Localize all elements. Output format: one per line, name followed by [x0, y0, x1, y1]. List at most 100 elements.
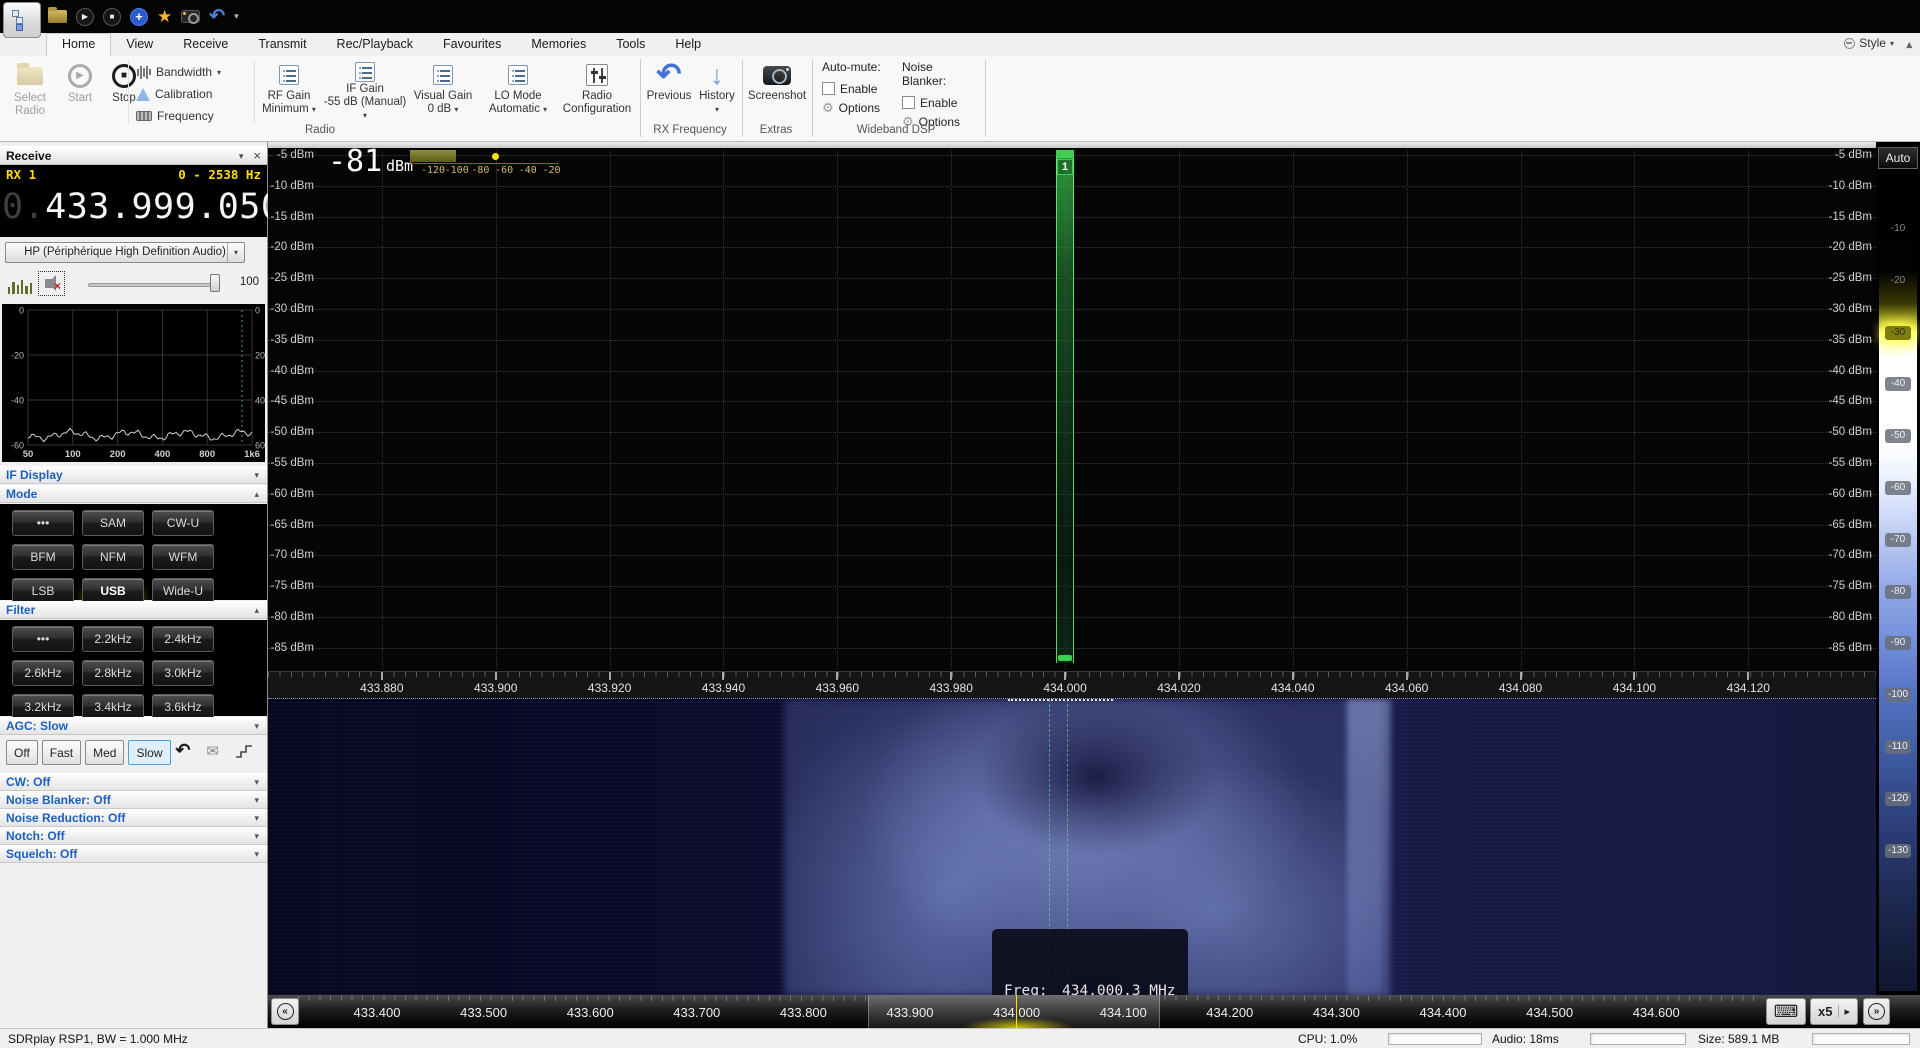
keyboard-entry-button[interactable]: ⌨ [1766, 998, 1806, 1025]
audio-device-select[interactable]: HP (Périphérique High Definition Audio) … [5, 242, 245, 263]
slider-scale-label[interactable]: -40 [1885, 377, 1911, 391]
calibration-button[interactable]: Calibration [136, 86, 221, 102]
mode-button[interactable]: WFM [152, 544, 214, 570]
agc-undo-icon[interactable]: ↶ [175, 740, 190, 761]
ribbon-tab[interactable]: Rec/Playback [322, 33, 428, 56]
waterfall[interactable]: Freq:434.000.3 MHz Span:±139.525 kHz [268, 698, 1876, 995]
mode-button[interactable]: NFM [82, 544, 144, 570]
start-icon[interactable]: ▶ [76, 8, 94, 26]
section-header-filter[interactable]: Filter ▴ [0, 601, 267, 619]
ribbon-tab[interactable]: Help [660, 33, 716, 56]
checkbox[interactable] [902, 96, 915, 109]
style-menu[interactable]: Style ▾ [1844, 36, 1894, 50]
ribbon-tab[interactable]: Favourites [428, 33, 516, 56]
slider-scale-label[interactable]: -20 [1885, 274, 1911, 288]
checkbox[interactable] [822, 82, 835, 95]
range-gradient-slider[interactable]: -10-20-30-40-50-60-70-80-90-100-110-120-… [1879, 173, 1917, 991]
slider-scale-label[interactable]: -90 [1885, 636, 1911, 650]
mute-button[interactable]: × [38, 271, 65, 296]
collapse-ribbon-icon[interactable]: ▴ [1906, 38, 1912, 51]
bandwidth-button[interactable]: Bandwidth ▾ [136, 64, 221, 80]
frequency-digits[interactable]: 433.999.050 [45, 187, 282, 227]
lo-mode-button[interactable]: LO ModeAutomatic ▾ [478, 60, 558, 122]
slider-scale-label[interactable]: -60 [1885, 481, 1911, 495]
ribbon-tab[interactable]: Tools [601, 33, 660, 56]
ribbon-tab[interactable]: Receive [168, 33, 243, 56]
section-header-agc[interactable]: AGC: Slow ▾ [0, 717, 267, 735]
options-row[interactable]: ⚙Options [822, 98, 900, 117]
mode-button[interactable]: BFM [12, 544, 74, 570]
frequency-button[interactable]: Frequency [136, 108, 221, 124]
volume-slider-track[interactable] [88, 283, 220, 287]
slider-scale-label[interactable]: -50 [1885, 429, 1911, 443]
undo-icon[interactable]: ↶ [209, 7, 225, 26]
zoom-button[interactable]: x5 ▸ [1810, 998, 1858, 1025]
previous-frequency-button[interactable]: ↶ Previous [644, 60, 694, 122]
favourite-star-icon[interactable]: ★ [157, 8, 172, 25]
options-row[interactable]: ⚙Options [902, 112, 980, 131]
collapsed-section-header[interactable]: Noise Reduction: Off ▾ [0, 809, 267, 827]
volume-slider-handle[interactable] [210, 274, 220, 292]
agc-option-button[interactable]: Fast [42, 740, 81, 765]
slider-scale-label[interactable]: -110 [1885, 740, 1911, 754]
rx-band-foot[interactable] [1058, 655, 1072, 661]
panel-chevron-down-icon[interactable]: ▾ [239, 147, 244, 165]
spectrum-plot[interactable] [268, 148, 1828, 671]
equalizer-icon[interactable] [8, 274, 32, 294]
app-menu-button[interactable] [3, 2, 41, 38]
auto-range-button[interactable]: Auto [1878, 147, 1918, 169]
slider-scale-label[interactable]: -70 [1885, 533, 1911, 547]
history-button[interactable]: ↓ History ▾ [694, 60, 740, 122]
filter-button[interactable]: 3.0kHz [152, 660, 214, 686]
collapsed-section-header[interactable]: Notch: Off ▾ [0, 827, 267, 845]
screenshot-button[interactable]: Screenshot [744, 60, 810, 122]
agc-steps-icon[interactable] [235, 744, 253, 758]
stop-icon[interactable]: ■ [103, 8, 121, 26]
rx-band-cap[interactable] [1056, 150, 1074, 158]
filter-button[interactable]: 2.4kHz [152, 626, 214, 652]
slider-scale-label[interactable]: -10 [1885, 222, 1911, 236]
agc-option-button[interactable]: Med [85, 740, 124, 765]
filter-button[interactable]: 2.2kHz [82, 626, 144, 652]
collapsed-section-header[interactable]: Squelch: Off ▾ [0, 845, 267, 863]
ribbon-tab[interactable]: Memories [516, 33, 601, 56]
collapsed-section-header[interactable]: Noise Blanker: Off ▾ [0, 791, 267, 809]
mode-button[interactable]: SAM [82, 510, 144, 536]
frequency-axis[interactable]: 433.880433.900433.920433.940433.960433.9… [268, 671, 1876, 698]
agc-option-button[interactable]: Slow [128, 740, 170, 765]
rx-filter-band[interactable]: 1 [1056, 150, 1074, 663]
enable-checkbox-row[interactable]: Enable [902, 93, 980, 112]
mode-button[interactable]: CW-U [152, 510, 214, 536]
radio-configuration-button[interactable]: Radio Configuration [560, 60, 634, 122]
ribbon-tab[interactable]: View [111, 33, 168, 56]
filter-button[interactable]: ••• [12, 626, 74, 652]
frequency-navigation-bar[interactable]: 433.400433.500433.600433.700433.800433.9… [268, 995, 1920, 1028]
rx-band-badge[interactable]: 1 [1057, 159, 1073, 175]
mode-button[interactable]: ••• [12, 510, 74, 536]
slider-scale-label[interactable]: -100 [1885, 688, 1911, 702]
visual-gain-button[interactable]: Visual Gain0 dB ▾ [410, 60, 476, 122]
frequency-display[interactable]: 0.433.999.050 [2, 183, 265, 231]
panel-close-icon[interactable]: × [253, 147, 261, 165]
agc-option-button[interactable]: Off [6, 740, 38, 765]
scroll-left-button[interactable]: « [271, 998, 299, 1025]
section-header-if-display[interactable]: IF Display ▾ [0, 466, 267, 484]
section-header-mode[interactable]: Mode ▴ [0, 485, 267, 503]
filter-button[interactable]: 2.8kHz [82, 660, 144, 686]
scroll-right-button[interactable]: » [1863, 998, 1890, 1025]
if-gain-button[interactable]: IF Gain-55 dB (Manual) ▾ [322, 60, 408, 122]
collapsed-section-header[interactable]: CW: Off ▾ [0, 773, 267, 791]
slider-scale-label[interactable]: -120 [1885, 792, 1911, 806]
slider-scale-label[interactable]: -30 [1885, 326, 1911, 340]
customize-toolbar-caret-icon[interactable]: ▾ [234, 11, 239, 22]
start-button[interactable]: ▶Start [56, 60, 104, 122]
frequency-ghz-digits[interactable]: 0. [2, 187, 45, 227]
enable-checkbox-row[interactable]: Enable [822, 79, 900, 98]
ribbon-tab[interactable]: Transmit [243, 33, 321, 56]
agc-envelope-icon[interactable]: ✉ [206, 742, 219, 760]
screenshot-icon[interactable] [181, 10, 200, 23]
slider-scale-label[interactable]: -130 [1885, 844, 1911, 858]
filter-button[interactable]: 2.6kHz [12, 660, 74, 686]
add-icon[interactable]: + [130, 8, 148, 26]
select-radio-button[interactable]: Select Radio [6, 60, 54, 122]
